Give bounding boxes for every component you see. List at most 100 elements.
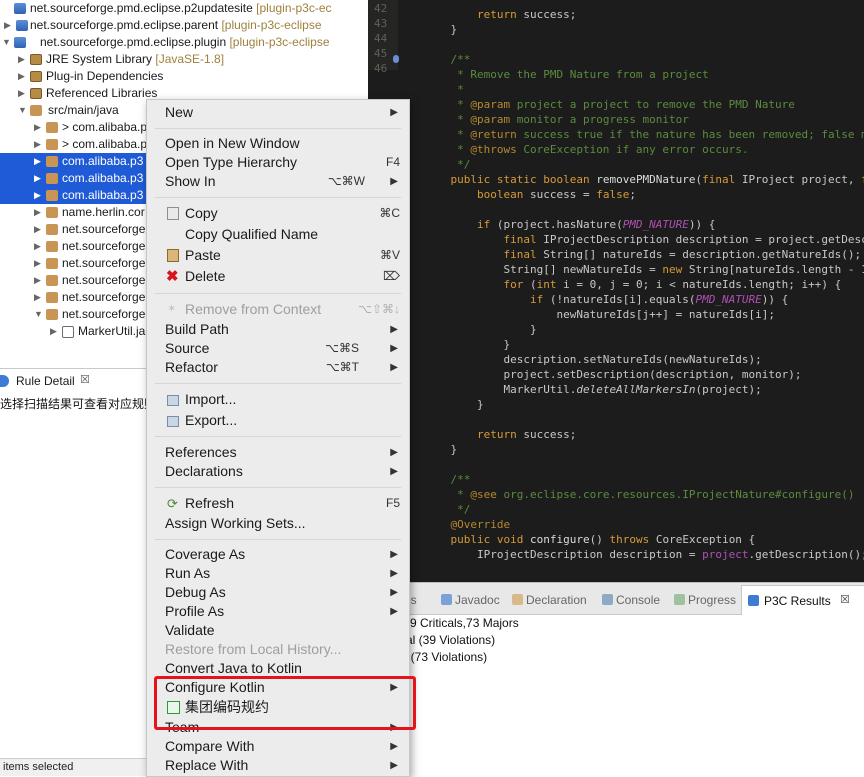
menu-label: Restore from Local History... [165,641,342,657]
menu-item-open-new-window[interactable]: Open in New Window [147,134,409,153]
code-line: final String[] natureIds = description.g… [503,248,862,261]
close-icon[interactable]: ☒ [840,593,850,606]
tree-item-label: > com.alibaba.p [62,137,148,151]
tab-console[interactable]: Console [602,593,660,607]
expand-arrow-icon[interactable]: ▶ [18,51,25,68]
expand-arrow-icon[interactable]: ▶ [50,323,57,340]
tree-item-decoration: [plugin-p3c-eclipse [226,35,330,49]
expand-arrow-icon[interactable]: ▶ [18,68,25,85]
code-line: final IProjectDescription description = … [503,233,864,246]
menu-item-build-path[interactable]: Build Path ▶ [147,320,409,339]
submenu-arrow-icon: ▶ [390,447,398,458]
menu-item-assign-working-sets[interactable]: Assign Working Sets... [147,514,409,533]
menu-item-remove-from-context[interactable]: ✶ Remove from Context ⌥⇧⌘↓ [147,300,409,319]
tree-item-label: net.sourceforge.pmd.eclipse.plugin [40,35,227,49]
expand-arrow-icon[interactable]: ▶ [34,272,41,289]
line-number: 46 [374,62,388,75]
package-icon [46,190,58,201]
menu-item-coverage-as[interactable]: Coverage As ▶ [147,545,409,564]
menu-item-show-in[interactable]: Show In ⌥⌘W ▶ [147,172,409,191]
expand-arrow-icon[interactable]: ▶ [34,153,41,170]
tab-label: P3C Results [764,594,831,608]
menu-item-open-type-hierarchy[interactable]: Open Type Hierarchy F4 [147,153,409,172]
library-icon [30,88,42,99]
collapse-arrow-icon[interactable]: ▼ [2,34,11,51]
package-icon [46,122,58,133]
rule-detail-tab[interactable]: Rule Detail ☒ [0,368,150,393]
line-number: 45 [374,47,388,60]
tab-p3c-results[interactable]: P3C Results ☒ [741,585,864,615]
plugin-project-icon [14,37,26,48]
collapse-arrow-icon[interactable]: ▼ [34,306,43,323]
submenu-arrow-icon: ▶ [390,606,398,617]
expand-arrow-icon[interactable]: ▶ [34,204,41,221]
menu-item-debug-as[interactable]: Debug As ▶ [147,583,409,602]
menu-item-declarations[interactable]: Declarations ▶ [147,462,409,481]
menu-item-restore-local-history[interactable]: Restore from Local History... [147,640,409,659]
menu-item-profile-as[interactable]: Profile As ▶ [147,602,409,621]
copy-icon [167,207,179,220]
expand-arrow-icon[interactable]: ▶ [34,119,41,136]
breakpoint-marker-icon[interactable] [393,55,399,63]
menu-item-copy[interactable]: Copy ⌘C [147,204,409,223]
expand-arrow-icon[interactable]: ▶ [4,17,11,34]
menu-separator [155,197,401,198]
rule-detail-icon [0,375,9,387]
tree-item-plugin[interactable]: ▼ net.sourceforge.pmd.eclipse.plugin [pl… [0,34,368,51]
menu-item-paste[interactable]: Paste ⌘V [147,246,409,265]
expand-arrow-icon[interactable]: ▶ [34,289,41,306]
expand-arrow-icon[interactable]: ▶ [34,187,41,204]
menu-item-validate[interactable]: Validate [147,621,409,640]
expand-arrow-icon[interactable]: ▶ [34,170,41,187]
menu-shortcut: ⌥⌘T [325,360,359,374]
close-icon[interactable]: ☒ [80,373,90,386]
menu-item-new[interactable]: New ▶ [147,103,409,122]
menu-item-replace-with[interactable]: Replace With ▶ [147,756,409,775]
menu-item-refactor[interactable]: Refactor ⌥⌘T ▶ [147,358,409,377]
menu-label: Replace With [165,757,249,773]
menu-item-delete[interactable]: ✖ Delete ⌦ [147,267,409,286]
menu-label: Assign Working Sets... [165,515,306,531]
tree-item-jre[interactable]: ▶ JRE System Library [JavaSE-1.8] [0,51,368,68]
status-bar-text: items selected [0,758,153,776]
expand-arrow-icon[interactable]: ▶ [18,85,25,102]
code-line: } [424,398,484,411]
expand-arrow-icon[interactable]: ▶ [34,238,41,255]
menu-item-refresh[interactable]: ⟳ Refresh F5 [147,494,409,513]
line-number: 42 [374,2,388,15]
library-icon [30,71,42,82]
code-line: newNatureIds[j++] = natureIds[i]; [424,308,775,321]
java-file-icon [62,326,74,338]
code-editor[interactable]: 42 43 44 45 46 return success; } /** * R… [368,0,864,582]
tab-label: Javadoc [455,593,500,607]
expand-arrow-icon[interactable]: ▶ [34,136,41,153]
tab-label: Declaration [526,593,587,607]
menu-item-export[interactable]: Export... [147,411,409,430]
refresh-icon: ⟳ [167,496,178,511]
expand-arrow-icon[interactable]: ▶ [34,255,41,272]
menu-item-run-as[interactable]: Run As ▶ [147,564,409,583]
collapse-arrow-icon[interactable]: ▼ [18,102,27,119]
menu-label: Coverage As [165,546,246,562]
expand-arrow-icon[interactable]: ▶ [34,221,41,238]
menu-item-import[interactable]: Import... [147,390,409,409]
plugin-project-icon [14,3,26,14]
tree-item-parent[interactable]: ▶ net.sourceforge.pmd.eclipse.parent [pl… [0,17,368,34]
tree-item-p2updatesite[interactable]: net.sourceforge.pmd.eclipse.p2updatesite… [0,0,368,17]
export-icon [167,416,179,427]
menu-item-copy-qualified-name[interactable]: Copy Qualified Name [147,225,409,244]
tab-javadoc[interactable]: Javadoc [441,593,500,607]
submenu-arrow-icon: ▶ [390,343,398,354]
library-icon [30,54,42,65]
submenu-arrow-icon: ▶ [390,107,398,118]
menu-shortcut: F4 [385,155,400,169]
code-line: } [424,23,458,36]
submenu-arrow-icon: ▶ [390,466,398,477]
tab-declaration[interactable]: Declaration [512,593,587,607]
tree-item-plugin-deps[interactable]: ▶ Plug-in Dependencies [0,68,368,85]
tab-progress[interactable]: Progress [674,593,736,607]
package-icon [46,292,58,303]
menu-item-source[interactable]: Source ⌥⌘S ▶ [147,339,409,358]
menu-item-compare-with[interactable]: Compare With ▶ [147,737,409,756]
menu-item-references[interactable]: References ▶ [147,443,409,462]
